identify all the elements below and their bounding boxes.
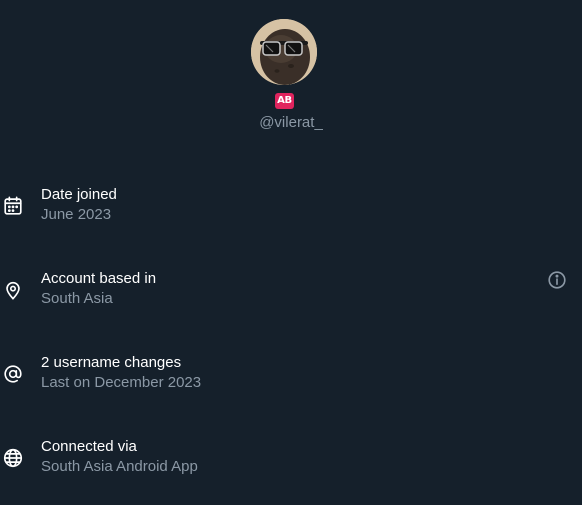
info-icon[interactable] (546, 269, 568, 291)
profile-handle: @vilerat_ (259, 114, 323, 131)
row-subtitle: Last on December 2023 (41, 374, 202, 391)
row-subtitle: South Asia (41, 290, 113, 307)
location-pin-icon (2, 279, 24, 301)
row-subtitle: June 2023 (41, 206, 112, 223)
info-row-date-joined: Date joined June 2023 (0, 185, 582, 233)
avatar-image (251, 19, 317, 85)
info-row-connected-via: Connected via South Asia Android App (0, 437, 582, 485)
info-row-username-changes: 2 username changes Last on December 2023 (0, 353, 582, 401)
row-title: Date joined (41, 186, 117, 203)
row-title: Account based in (41, 270, 157, 287)
profile-badge: AB (275, 93, 294, 109)
row-title: 2 username changes (41, 354, 182, 371)
at-sign-icon (2, 363, 24, 385)
info-row-account-based-in: Account based in South Asia (0, 269, 582, 317)
row-title: Connected via (41, 438, 137, 455)
globe-icon (2, 447, 24, 469)
calendar-icon (2, 195, 24, 217)
row-subtitle: South Asia Android App (41, 458, 198, 475)
avatar[interactable] (251, 19, 317, 85)
